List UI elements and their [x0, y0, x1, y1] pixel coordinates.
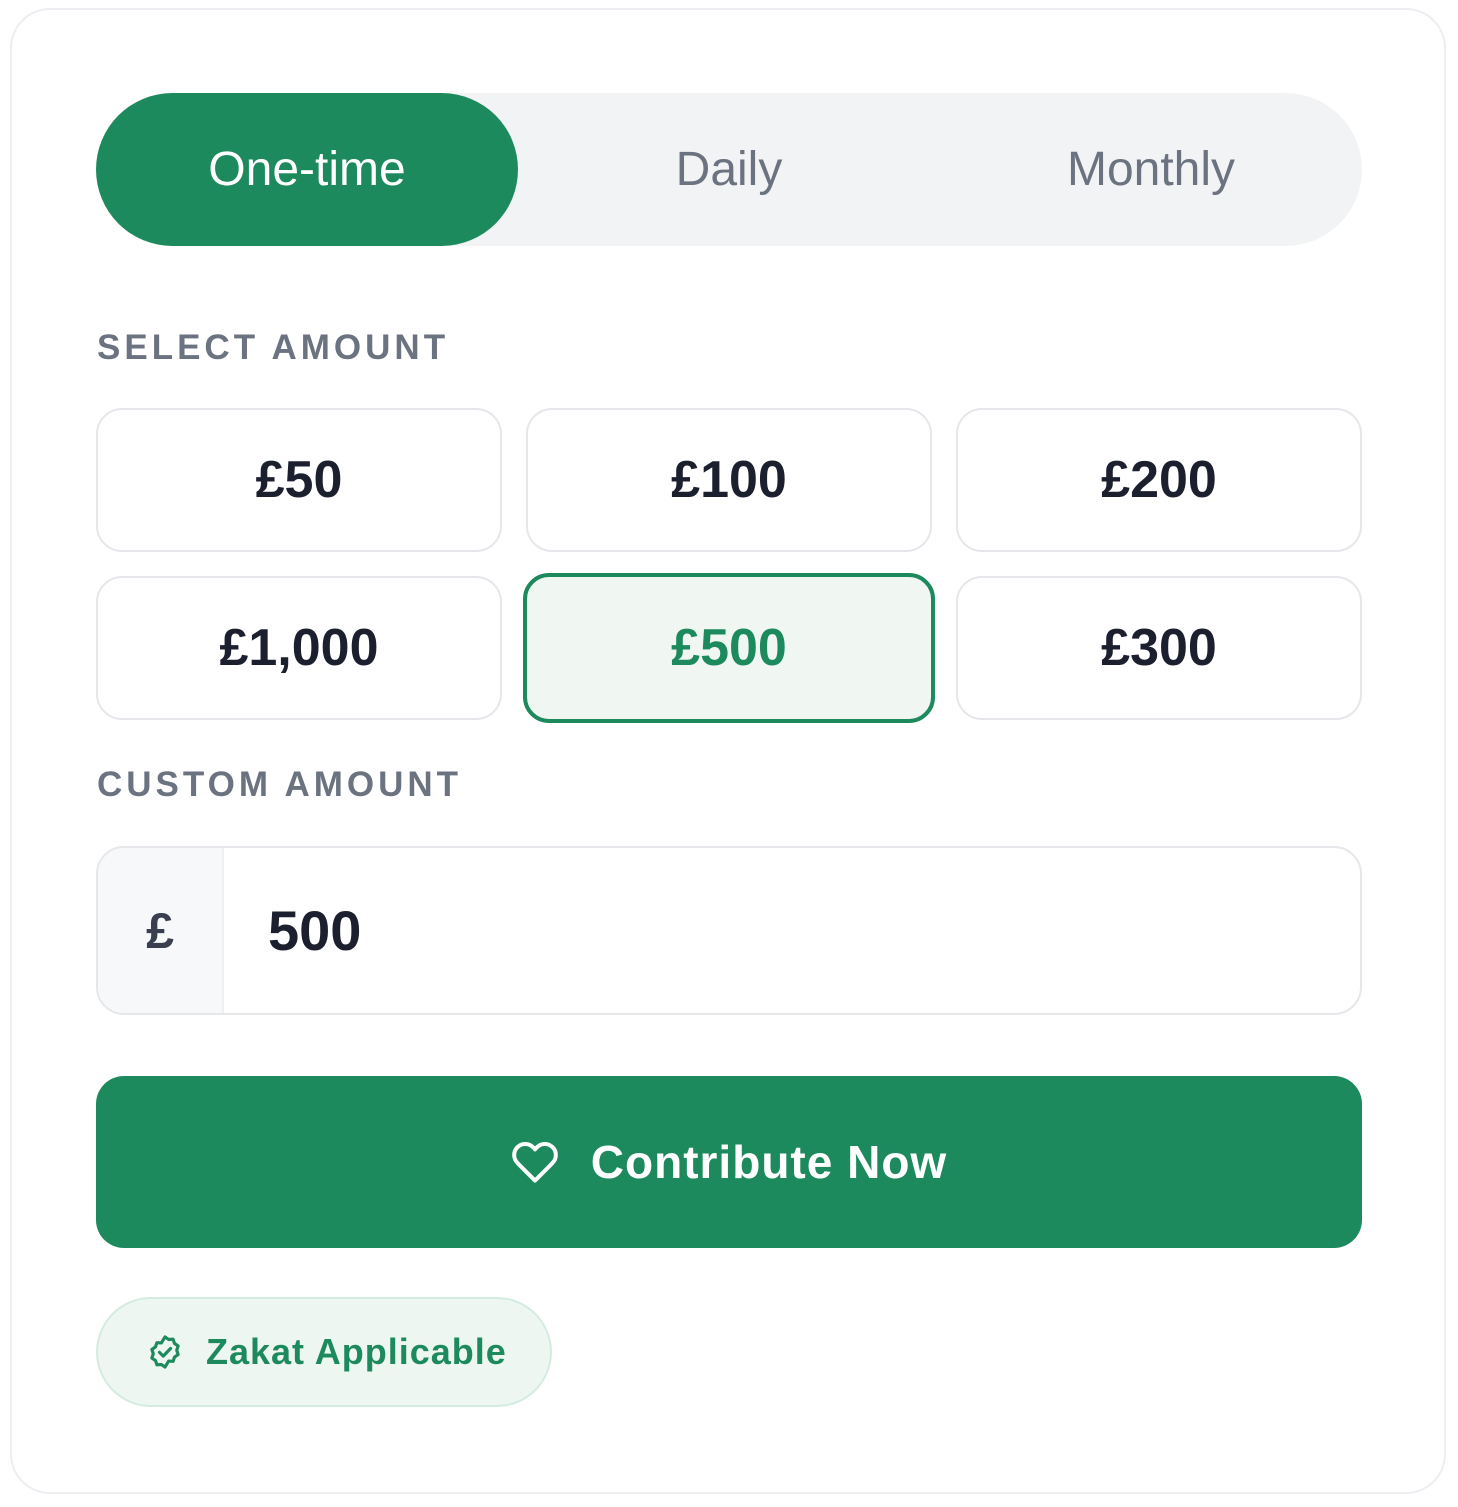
select-amount-label: SELECT AMOUNT — [97, 328, 450, 367]
tab-one-time[interactable]: One-time — [96, 93, 518, 246]
amount-option-50[interactable]: £50 — [96, 408, 502, 552]
amount-option-300[interactable]: £300 — [956, 576, 1362, 720]
custom-amount-label: CUSTOM AMOUNT — [97, 765, 463, 804]
amount-option-1000[interactable]: £1,000 — [96, 576, 502, 720]
amount-option-500[interactable]: £500 — [523, 573, 935, 723]
frequency-toggle: One-time Daily Monthly — [96, 93, 1362, 246]
contribute-now-button[interactable]: Contribute Now — [96, 1076, 1362, 1248]
tab-monthly[interactable]: Monthly — [940, 93, 1362, 246]
amount-option-100[interactable]: £100 — [526, 408, 932, 552]
custom-amount-input[interactable]: 500 — [224, 848, 1360, 1013]
zakat-applicable-badge: Zakat Applicable — [96, 1297, 552, 1407]
contribute-now-label: Contribute Now — [590, 1136, 948, 1188]
amount-options: £50 £100 £200 £1,000 £500 £300 — [96, 408, 1362, 723]
amount-option-200[interactable]: £200 — [956, 408, 1362, 552]
heart-icon — [511, 1140, 559, 1184]
zakat-applicable-label: Zakat Applicable — [206, 1331, 507, 1372]
tab-daily[interactable]: Daily — [518, 93, 940, 246]
custom-amount-field[interactable]: £ 500 — [96, 846, 1362, 1015]
currency-symbol: £ — [98, 848, 224, 1013]
badge-check-icon — [146, 1333, 184, 1371]
